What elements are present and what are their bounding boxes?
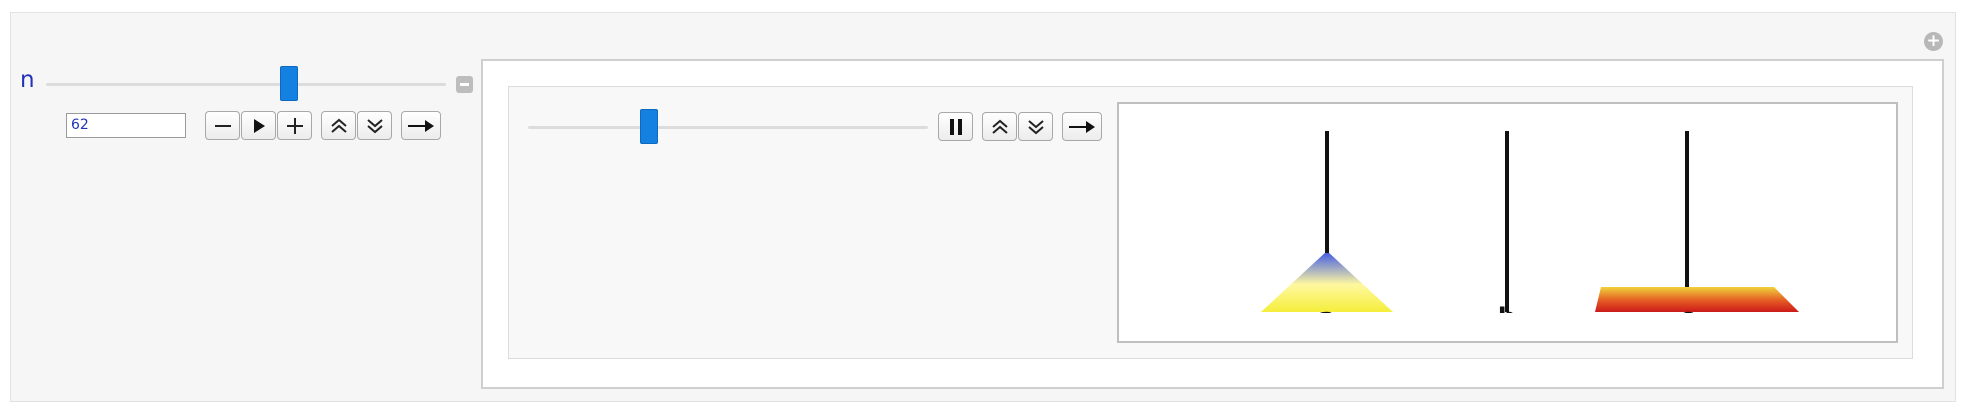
pause-button[interactable] <box>938 112 973 141</box>
pause-icon <box>949 118 962 135</box>
hanoi-canvas: a b c <box>1117 102 1898 343</box>
arrow-right-icon <box>1069 120 1095 133</box>
n-slider-thumb[interactable] <box>280 66 298 101</box>
double-chevron-down-icon <box>366 118 383 133</box>
animation-direction-button[interactable] <box>1062 112 1102 141</box>
minus-icon <box>214 124 231 127</box>
n-slider-track[interactable] <box>46 83 446 86</box>
plus-icon <box>286 117 303 134</box>
arrow-right-icon <box>408 119 434 132</box>
decrement-button[interactable] <box>205 111 240 140</box>
faster-button[interactable] <box>321 111 356 140</box>
n-value-field[interactable]: 62 <box>66 113 186 138</box>
slower-button[interactable] <box>357 111 392 140</box>
disk-stack-c <box>1595 287 1799 312</box>
add-circle-icon[interactable]: + <box>1924 32 1943 51</box>
double-chevron-up-icon <box>991 119 1008 134</box>
peg-c <box>1685 131 1689 287</box>
animation-slower-button[interactable] <box>1018 112 1053 141</box>
increment-button[interactable] <box>277 111 312 140</box>
hanoi-graphic: a b c <box>1119 131 1896 341</box>
play-icon <box>253 118 265 133</box>
animation-slider-thumb[interactable] <box>640 109 658 144</box>
direction-button[interactable] <box>401 111 441 140</box>
animation-slider-track[interactable] <box>528 126 928 129</box>
play-button[interactable] <box>241 111 276 140</box>
peg-a <box>1325 131 1329 253</box>
double-chevron-down-icon <box>1027 119 1044 134</box>
animation-faster-button[interactable] <box>982 112 1017 141</box>
n-label: n <box>20 67 35 93</box>
peg-b <box>1505 131 1509 312</box>
double-chevron-up-icon <box>330 118 347 133</box>
collapse-square-icon[interactable] <box>456 76 473 93</box>
